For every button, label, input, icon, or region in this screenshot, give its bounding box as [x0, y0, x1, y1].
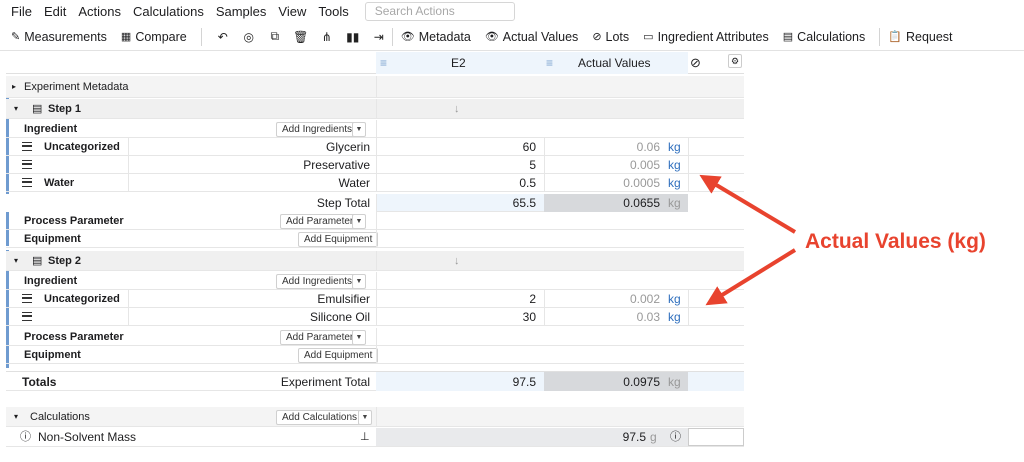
arrow-to-step1 [699, 174, 797, 234]
arrow-to-step2 [705, 248, 797, 306]
annotation-label: Actual Values (kg) [805, 230, 986, 253]
